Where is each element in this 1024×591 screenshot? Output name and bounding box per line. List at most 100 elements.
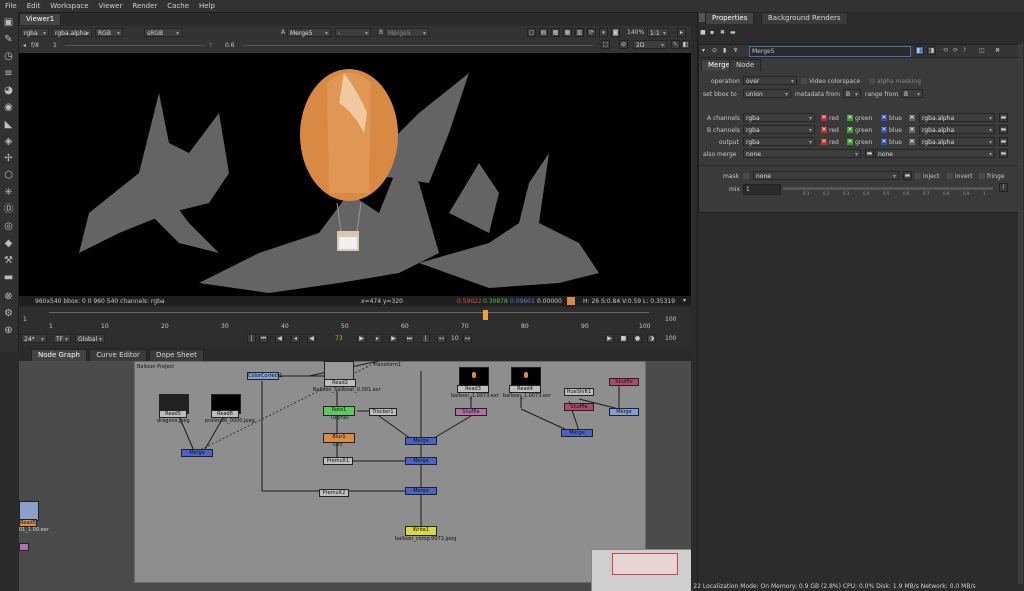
node-merge3[interactable]: Merge [405, 487, 437, 495]
tab-viewer1[interactable]: Viewer1 [19, 13, 62, 25]
a-blue-checkbox[interactable]: ✕ [881, 115, 887, 121]
collapse-icon[interactable]: ▾ [702, 47, 705, 54]
a-alpha-dropdown[interactable]: rgba.alpha [919, 113, 995, 123]
3d-icon[interactable]: ⬡ [2, 169, 15, 182]
alpha-dropdown[interactable]: rgba.alpha [52, 28, 92, 38]
b-input-dropdown[interactable]: Merge5 [385, 28, 429, 38]
channels-dropdown[interactable]: rgba [21, 28, 49, 38]
output-dropdown[interactable]: rgba [743, 137, 815, 147]
node-side-thumbnail[interactable] [19, 501, 39, 521]
node-read4[interactable]: Read4 [509, 385, 541, 393]
a-channels-menu-icon[interactable]: ▬ [999, 113, 1008, 122]
viewer-lock-icon[interactable]: ⊘ [619, 40, 628, 49]
video-colorspace-checkbox[interactable] [801, 78, 807, 84]
out-red-checkbox[interactable]: ✕ [821, 139, 827, 145]
mix-input[interactable]: 1 [743, 184, 781, 195]
also-merge-menu-icon[interactable]: ▬ [865, 149, 874, 158]
a-channels-dropdown[interactable]: rgba [743, 113, 815, 123]
fringe-checkbox[interactable] [979, 173, 985, 179]
node-side-read[interactable]: Read5 [19, 519, 37, 527]
out-alpha-checkbox[interactable]: ✕ [909, 139, 915, 145]
mix-curve-icon[interactable]: ⌇ [999, 183, 1008, 192]
tab-node-graph[interactable]: Node Graph [31, 349, 87, 361]
play-back-icon[interactable]: ◀ [307, 334, 316, 343]
zoom-level[interactable]: 140% [627, 29, 644, 36]
filter-icon[interactable]: ◉ [2, 101, 15, 114]
also-merge-dropdown-2[interactable]: none [875, 149, 995, 159]
node-name-field[interactable]: Merge5 [749, 46, 911, 57]
tab-curve-editor[interactable]: Curve Editor [89, 349, 147, 361]
stop-icon[interactable]: ■ [619, 334, 628, 343]
wipe-icon[interactable]: ▤ [539, 28, 548, 37]
node-read5[interactable]: Read5 [159, 410, 187, 418]
views-icon[interactable]: ◎ [2, 220, 15, 233]
menu-viewer[interactable]: Viewer [94, 2, 128, 10]
float-panel-icon[interactable]: ◫ [979, 47, 985, 54]
node-read3[interactable]: Read3 [457, 385, 489, 393]
subtab-node[interactable]: Node [729, 59, 762, 71]
merge-icon[interactable]: ◈ [2, 135, 15, 148]
timeline-ruler[interactable] [49, 312, 649, 327]
b-alpha-dropdown[interactable]: rgba.alpha [919, 125, 995, 135]
a-green-checkbox[interactable]: ✕ [847, 115, 853, 121]
b-alpha-checkbox[interactable]: ✕ [909, 127, 915, 133]
tf-dropdown[interactable]: TF [53, 334, 71, 344]
revert-icon[interactable]: ⟲ [943, 47, 948, 54]
menu-edit[interactable]: Edit [22, 2, 46, 10]
tab-background-renders[interactable]: Background Renders [761, 12, 848, 24]
gizmo-icon[interactable]: ⊕ [2, 324, 15, 337]
frame-step[interactable]: 10 [451, 335, 459, 342]
prev-frame-icon[interactable]: ◂ [291, 334, 300, 343]
node-merge5[interactable]: Merge [609, 408, 639, 416]
fps-dropdown[interactable]: 24* [21, 334, 47, 344]
out-point-icon[interactable]: | [421, 334, 430, 343]
gain-icon[interactable]: ◂ [23, 42, 26, 49]
node-read2[interactable]: Read2 [324, 379, 356, 387]
merge-node-icon[interactable]: ♆ [733, 47, 738, 54]
camera-icon[interactable]: ◙ [611, 28, 620, 37]
b-channels-menu-icon[interactable]: ▬ [999, 125, 1008, 134]
node-write[interactable]: Write1 [405, 526, 437, 536]
node-shuffle2[interactable]: Shuffle [564, 403, 594, 411]
timeline-end[interactable]: 100 [665, 316, 676, 323]
node-merge2[interactable]: Merge [405, 457, 437, 465]
node-premult2[interactable]: Premult2 [319, 489, 349, 497]
mix-slider[interactable] [783, 187, 993, 190]
inject-checkbox[interactable] [915, 173, 921, 179]
a-red-checkbox[interactable]: ✕ [821, 115, 827, 121]
metadata-icon[interactable]: ◆ [2, 237, 15, 250]
node-shuffle1[interactable]: Shuffle [455, 408, 487, 416]
redo-icon[interactable]: ⟳ [953, 47, 958, 54]
channel-icon[interactable]: ≡ [2, 67, 15, 80]
paint-brush-icon[interactable]: ✎ [2, 33, 15, 46]
step-back-icon[interactable]: ↤ [437, 334, 446, 343]
ocula-icon[interactable]: ⚙ [2, 307, 15, 320]
gamma-slider[interactable] [243, 45, 593, 46]
paint-icon[interactable]: ◧ [681, 40, 690, 49]
pin-icon[interactable]: ■ [700, 29, 706, 36]
undo-icon[interactable]: ▮ [723, 47, 726, 54]
viewer-canvas[interactable] [19, 53, 691, 296]
gain-slider[interactable] [65, 45, 205, 46]
playhead[interactable] [483, 310, 488, 320]
node-read6[interactable]: Read6 [211, 410, 239, 418]
b-green-checkbox[interactable]: ✕ [847, 127, 853, 133]
a-input-dropdown[interactable]: Merge5 [287, 28, 331, 38]
also-merge-dropdown[interactable]: none [743, 149, 861, 159]
deep-icon[interactable]: Ⓓ [2, 203, 15, 216]
clear-icon[interactable]: ▪ [710, 29, 714, 36]
first-frame-icon[interactable]: ⏮ [259, 334, 268, 343]
brush-icon[interactable]: ✎ [671, 40, 680, 49]
time-icon[interactable]: ◷ [2, 50, 15, 63]
setbbox-dropdown[interactable]: union [743, 89, 791, 99]
out-alpha-dropdown[interactable]: rgba.alpha [919, 137, 995, 147]
properties-scrollbar[interactable] [1018, 44, 1023, 584]
toolsets-icon[interactable]: ⚒ [2, 254, 15, 267]
loop-icon[interactable]: ▶ [605, 334, 614, 343]
close-panel-icon[interactable]: ✖ [995, 47, 1000, 54]
b-channels-dropdown[interactable]: rgba [743, 125, 815, 135]
gamma-value[interactable]: 0.6 [225, 42, 235, 49]
output-menu-icon[interactable]: ▬ [999, 137, 1008, 146]
node-settings-icon[interactable]: ◨ [927, 46, 936, 55]
view-mode-dropdown[interactable]: 2D [633, 40, 667, 50]
